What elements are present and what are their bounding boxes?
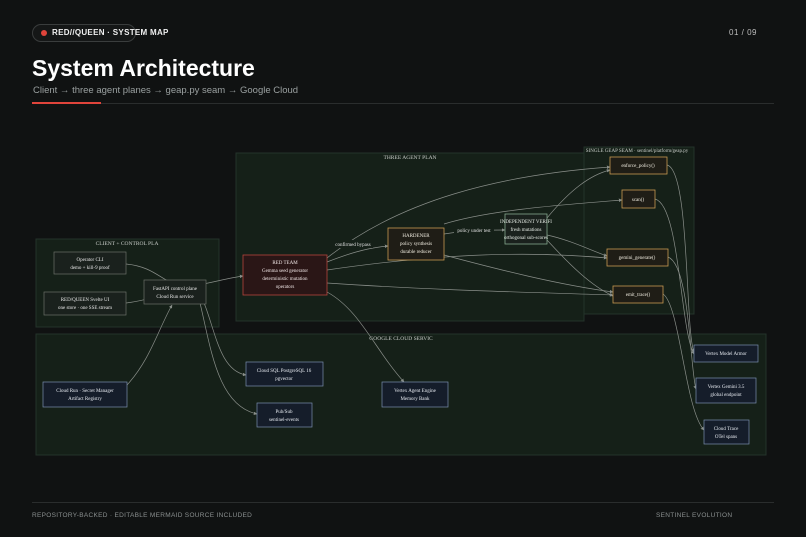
svg-text:RED TEAM: RED TEAM [272,261,298,266]
svg-text:scan(): scan() [632,198,645,203]
svg-text:policy synthesis: policy synthesis [400,242,432,247]
node-red-team: RED TEAM Gemma seed generator determinis… [242,254,328,296]
footer-right-note: SENTINEL EVOLUTION [656,512,733,519]
svg-text:Cloud Run · Secret Manager: Cloud Run · Secret Manager [56,389,114,394]
node-vertex-model-armor: Vertex Model Armor [693,344,759,363]
svg-text:FastAPI control plane: FastAPI control plane [153,287,198,292]
group-geap-seam-label: SINGLE GEAP SEAM · sentinel/platform/gea… [586,149,689,154]
node-fastapi-control-plane: FastAPI control plane Cloud Run service [143,279,207,305]
svg-text:Vertex Model Armor: Vertex Model Armor [705,352,747,357]
svg-text:fresh mutations: fresh mutations [511,228,542,233]
svg-text:Pub/Sub: Pub/Sub [276,410,293,415]
svg-text:gemini_generate(): gemini_generate() [619,256,656,261]
svg-text:enforce_policy(): enforce_policy() [621,164,655,169]
group-client-control-label: CLIENT + CONTROL PLA [96,241,159,247]
node-vertex-agent-engine: Vertex Agent Engine Memory Bank [381,381,449,408]
node-hardener: HARDENER policy synthesis durable reduce… [387,227,445,261]
node-cloud-sql: Cloud SQL PostgreSQL 16 pgvector [245,361,324,387]
svg-text:Cloud Trace: Cloud Trace [714,427,739,432]
footer-left-note: REPOSITORY-BACKED · EDITABLE MERMAID SOU… [32,512,253,519]
svg-text:confirmed bypass: confirmed bypass [335,243,370,248]
svg-text:OTel spans: OTel spans [715,435,737,440]
node-vertex-gemini: Vertex Gemini 3.5 global endpoint [695,377,757,404]
svg-text:Gemma seed generator: Gemma seed generator [262,269,308,274]
node-independent-verifier: INDEPENDENT VERIFI fresh mutations ortho… [500,213,552,245]
node-operator-cli: Operator CLI demo + kill-9 proof [53,251,127,275]
svg-text:Vertex Gemini 3.5: Vertex Gemini 3.5 [708,385,745,390]
svg-text:operators: operators [276,285,295,290]
svg-text:emit_trace(): emit_trace() [626,293,651,298]
svg-text:pgvector: pgvector [275,377,293,382]
svg-text:INDEPENDENT VERIFI: INDEPENDENT VERIFI [500,220,552,225]
node-cloud-trace: Cloud Trace OTel spans [703,419,750,445]
svg-text:global endpoint: global endpoint [710,393,742,398]
node-svelte-ui: RED/QUEEN Svelte UI one store · one SSE … [43,291,127,316]
edge-label-policy-under-test: policy under test [454,226,494,234]
svg-text:Cloud Run service: Cloud Run service [156,295,194,300]
svg-text:durable reducer: durable reducer [400,250,432,255]
svg-text:demo + kill-9 proof: demo + kill-9 proof [70,266,110,271]
node-cloud-run: Cloud Run · Secret Manager Artifact Regi… [42,381,128,408]
svg-text:policy under test: policy under test [457,229,491,234]
svg-text:orthogonal sub-scores: orthogonal sub-scores [504,236,548,241]
architecture-diagram: THREE AGENT PLAN SINGLE GEAP SEAM · sent… [35,146,767,456]
node-gemini-generate: gemini_generate() [606,248,669,267]
svg-text:Vertex Agent Engine: Vertex Agent Engine [394,389,436,394]
footer-divider [32,502,774,503]
svg-text:RED/QUEEN Svelte UI: RED/QUEEN Svelte UI [61,298,110,303]
node-scan: scan() [621,189,656,209]
node-emit-trace: emit_trace() [612,285,664,304]
group-agent-plane-label: THREE AGENT PLAN [383,155,436,161]
node-pubsub: Pub/Sub sentinel-events [256,402,313,428]
svg-text:sentinel-events: sentinel-events [269,418,299,423]
svg-text:Operator CLI: Operator CLI [76,258,103,263]
group-google-cloud-label: GOOGLE CLOUD SERVIC [369,336,433,342]
svg-text:deterministic mutation: deterministic mutation [262,277,308,282]
svg-text:HARDENER: HARDENER [402,234,430,239]
svg-text:one store · one SSE stream: one store · one SSE stream [58,306,112,311]
node-enforce-policy: enforce_policy() [609,156,668,175]
svg-text:Memory Bank: Memory Bank [400,397,430,402]
edge-label-confirmed-bypass: confirmed bypass [333,240,373,248]
svg-text:Artifact Registry: Artifact Registry [68,397,102,402]
svg-text:Cloud SQL PostgreSQL 16: Cloud SQL PostgreSQL 16 [257,369,312,374]
